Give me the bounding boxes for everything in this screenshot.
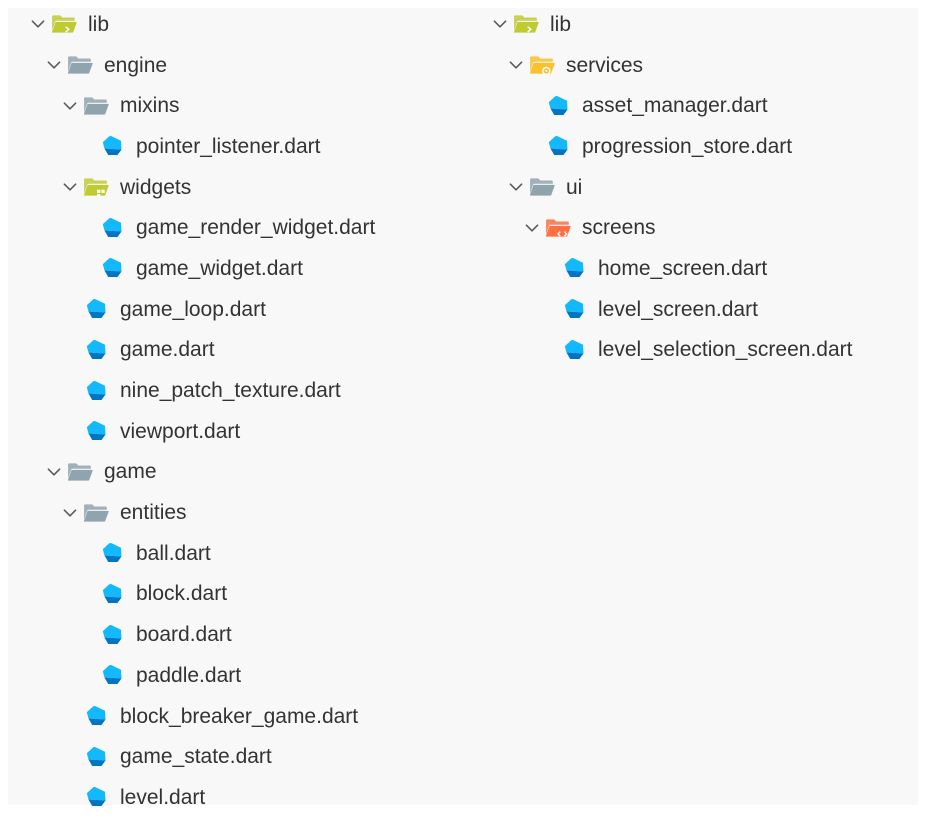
- tree-item-label: game_loop.dart: [120, 297, 266, 321]
- tree-item-label: game_render_widget.dart: [136, 216, 376, 240]
- tree-file-game-state-dart[interactable]: game_state.dart: [8, 736, 375, 777]
- dart-file-icon: [82, 379, 110, 403]
- tree-file-block-dart[interactable]: block.dart: [8, 574, 375, 615]
- tree-file-home-screen-dart[interactable]: home_screen.dart: [466, 248, 852, 289]
- tree-item-label: mixins: [120, 94, 180, 118]
- tree-item-label: ui: [566, 175, 583, 199]
- folder-gray-icon: [528, 175, 556, 199]
- dart-file-icon: [98, 663, 126, 687]
- tree-item-label: level_screen.dart: [598, 297, 758, 321]
- tree-file-level-screen-dart[interactable]: level_screen.dart: [466, 289, 852, 330]
- dart-file-icon: [82, 785, 110, 809]
- chevron-down-icon[interactable]: [26, 12, 50, 36]
- tree-item-label: viewport.dart: [120, 419, 241, 443]
- tree-folder-mixins[interactable]: mixins: [8, 85, 375, 126]
- tree-item-label: game.dart: [120, 338, 215, 362]
- file-tree-left: lib engine mixins pointer_listener.dartwidg…: [8, 4, 375, 818]
- tree-item-label: game: [104, 460, 157, 484]
- dart-file-icon: [98, 216, 126, 240]
- tree-item-label: block_breaker_game.dart: [120, 704, 359, 728]
- tree-item-label: progression_store.dart: [582, 134, 793, 158]
- tree-file-pointer-listener-dart[interactable]: pointer_listener.dart: [8, 126, 375, 167]
- folder-gray-icon: [66, 53, 94, 77]
- chevron-down-icon[interactable]: [58, 175, 82, 199]
- tree-folder-engine[interactable]: engine: [8, 45, 375, 86]
- tree-folder-screens[interactable]: screens: [466, 207, 852, 248]
- tree-folder-entities[interactable]: entities: [8, 492, 375, 533]
- tree-folder-lib[interactable]: lib: [8, 4, 375, 45]
- tree-item-label: asset_manager.dart: [582, 94, 768, 118]
- tree-item-label: screens: [582, 216, 656, 240]
- tree-item-label: board.dart: [136, 623, 232, 647]
- chevron-down-icon[interactable]: [504, 175, 528, 199]
- tree-item-label: block.dart: [136, 582, 228, 606]
- tree-folder-ui[interactable]: ui: [466, 167, 852, 208]
- dart-file-icon: [544, 94, 572, 118]
- file-tree-right: lib services asset_manager.dart progression…: [466, 4, 852, 370]
- folder-widgets-icon: [82, 175, 110, 199]
- tree-item-label: game_state.dart: [120, 745, 272, 769]
- folder-screens-icon: [544, 216, 572, 240]
- dart-file-icon: [98, 134, 126, 158]
- folder-lib-icon: [512, 12, 540, 36]
- tree-file-progression-store-dart[interactable]: progression_store.dart: [466, 126, 852, 167]
- dart-file-icon: [82, 297, 110, 321]
- tree-file-block-breaker-game-dart[interactable]: block_breaker_game.dart: [8, 696, 375, 737]
- dart-file-icon: [98, 623, 126, 647]
- folder-services-icon: [528, 53, 556, 77]
- chevron-down-icon[interactable]: [488, 12, 512, 36]
- dart-file-icon: [82, 704, 110, 728]
- dart-file-icon: [560, 256, 588, 280]
- chevron-down-icon[interactable]: [520, 216, 544, 240]
- tree-item-label: ball.dart: [136, 541, 211, 565]
- dart-file-icon: [560, 338, 588, 362]
- dart-file-icon: [82, 419, 110, 443]
- tree-folder-game[interactable]: game: [8, 452, 375, 493]
- dart-file-icon: [98, 256, 126, 280]
- tree-file-level-selection-screen-dart[interactable]: level_selection_screen.dart: [466, 330, 852, 371]
- tree-item-label: level_selection_screen.dart: [598, 338, 853, 362]
- tree-item-label: lib: [88, 12, 110, 36]
- tree-folder-widgets[interactable]: widgets: [8, 167, 375, 208]
- folder-gray-icon: [66, 460, 94, 484]
- chevron-down-icon[interactable]: [58, 94, 82, 118]
- tree-item-label: nine_patch_texture.dart: [120, 379, 341, 403]
- tree-file-ball-dart[interactable]: ball.dart: [8, 533, 375, 574]
- tree-item-label: services: [566, 53, 644, 77]
- dart-file-icon: [82, 338, 110, 362]
- dart-file-icon: [98, 582, 126, 606]
- tree-file-viewport-dart[interactable]: viewport.dart: [8, 411, 375, 452]
- tree-file-game-render-widget-dart[interactable]: game_render_widget.dart: [8, 207, 375, 248]
- tree-item-label: level.dart: [120, 785, 206, 809]
- tree-item-label: pointer_listener.dart: [136, 134, 321, 158]
- folder-gray-icon: [82, 94, 110, 118]
- tree-folder-services[interactable]: services: [466, 45, 852, 86]
- tree-file-asset-manager-dart[interactable]: asset_manager.dart: [466, 85, 852, 126]
- folder-lib-icon: [50, 12, 78, 36]
- chevron-down-icon[interactable]: [504, 53, 528, 77]
- tree-item-label: paddle.dart: [136, 663, 242, 687]
- chevron-down-icon[interactable]: [58, 501, 82, 525]
- dart-file-icon: [560, 297, 588, 321]
- tree-file-game-dart[interactable]: game.dart: [8, 330, 375, 371]
- tree-item-label: game_widget.dart: [136, 256, 303, 280]
- tree-item-label: lib: [550, 12, 572, 36]
- dart-file-icon: [82, 745, 110, 769]
- tree-item-label: home_screen.dart: [598, 256, 768, 280]
- tree-item-label: widgets: [120, 175, 192, 199]
- tree-folder-lib[interactable]: lib: [466, 4, 852, 45]
- tree-item-label: engine: [104, 53, 168, 77]
- tree-file-game-widget-dart[interactable]: game_widget.dart: [8, 248, 375, 289]
- chevron-down-icon[interactable]: [42, 53, 66, 77]
- tree-file-board-dart[interactable]: board.dart: [8, 614, 375, 655]
- tree-file-paddle-dart[interactable]: paddle.dart: [8, 655, 375, 696]
- tree-file-game-loop-dart[interactable]: game_loop.dart: [8, 289, 375, 330]
- tree-item-label: entities: [120, 501, 187, 525]
- dart-file-icon: [98, 541, 126, 565]
- tree-file-nine-patch-texture-dart[interactable]: nine_patch_texture.dart: [8, 370, 375, 411]
- dart-file-icon: [544, 134, 572, 158]
- chevron-down-icon[interactable]: [42, 460, 66, 484]
- tree-file-level-dart[interactable]: level.dart: [8, 777, 375, 818]
- folder-gray-icon: [82, 501, 110, 525]
